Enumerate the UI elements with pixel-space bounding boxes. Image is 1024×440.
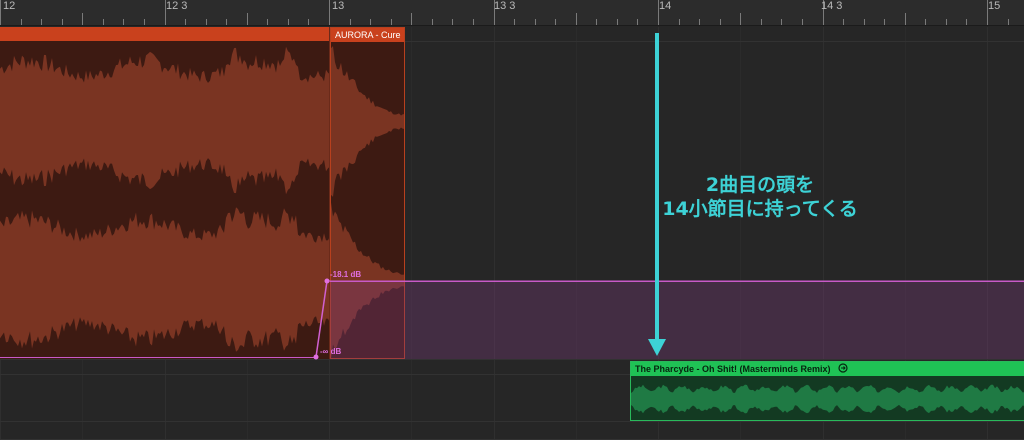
ruler-tick [946, 19, 947, 25]
ruler-tick [452, 19, 453, 25]
bar-label-12-3: 12 3 [166, 0, 188, 12]
bar-label-13-3: 13 3 [494, 0, 516, 12]
ruler-tick [288, 19, 289, 25]
ruler-tick [843, 19, 844, 25]
ruler-tick [679, 19, 680, 25]
ruler-tick [82, 13, 83, 25]
ruler-tick [226, 19, 227, 25]
ruler-tick [432, 19, 433, 25]
ruler-tick [411, 13, 412, 25]
ruler-tick [247, 13, 248, 25]
audio-region-song-1[interactable] [0, 27, 330, 359]
loop-icon [838, 363, 848, 373]
ruler-tick [0, 0, 1, 25]
ruler-tick [144, 19, 145, 25]
ruler-tick [21, 19, 22, 25]
ruler-tick [905, 13, 906, 25]
waveform [631, 384, 1024, 414]
ruler-tick [555, 19, 556, 25]
ruler-tick [62, 19, 63, 25]
ruler-tick [185, 19, 186, 25]
ruler-tick [535, 19, 536, 25]
bar-label-14: 14 [659, 0, 672, 12]
ruler-tick [103, 19, 104, 25]
ruler-tick [514, 19, 515, 25]
automation-start-value: -∞ dB [320, 347, 342, 356]
ruler-tick [966, 19, 967, 25]
arrange-area[interactable]: AURORA - Cure -∞ dB -18.1 dB The Pharcyd… [0, 27, 1024, 440]
ruler-tick [350, 19, 351, 25]
ruler-tick [802, 19, 803, 25]
automation-end-value: -18.1 dB [330, 270, 362, 279]
ruler-tick [740, 13, 741, 25]
ruler-tick [720, 19, 721, 25]
ruler-tick [370, 19, 371, 25]
ruler-tick [617, 19, 618, 25]
ruler-tick [761, 19, 762, 25]
region-header-pharcyde[interactable]: The Pharcyde - Oh Shit! (Masterminds Rem… [631, 362, 1024, 376]
ruler-tick [596, 19, 597, 25]
ruler-tick [329, 0, 330, 25]
ruler-tick [267, 19, 268, 25]
region-header-aurora-cure[interactable]: AURORA - Cure [331, 28, 404, 42]
ruler-tick [308, 19, 309, 25]
ruler-tick [864, 19, 865, 25]
volume-automation-floor [0, 357, 318, 358]
bar-label-15: 15 [988, 0, 1001, 12]
bar-label-13: 13 [332, 0, 345, 12]
ruler-tick [391, 19, 392, 25]
ruler-tick [781, 19, 782, 25]
ruler-tick [41, 19, 42, 25]
ruler-tick [699, 19, 700, 25]
ruler-tick [206, 19, 207, 25]
bar-label-14-3: 14 3 [821, 0, 843, 12]
volume-automation-band [330, 281, 1024, 359]
ruler-tick [1008, 19, 1009, 25]
arrow-down-icon [648, 33, 666, 356]
ruler-tick [637, 19, 638, 25]
ruler-tick [473, 19, 474, 25]
ruler-tick [884, 19, 885, 25]
waveform [0, 46, 329, 352]
timeline-ruler[interactable]: 12 12 3 13 13 3 14 14 3 15 [0, 0, 1024, 26]
ruler-tick [925, 19, 926, 25]
ruler-tick [576, 13, 577, 25]
region-title-pharcyde: The Pharcyde - Oh Shit! (Masterminds Rem… [635, 364, 831, 374]
ruler-tick [123, 19, 124, 25]
bar-label-12: 12 [3, 0, 16, 12]
region-header[interactable] [0, 27, 329, 41]
audio-region-pharcyde[interactable]: The Pharcyde - Oh Shit! (Masterminds Rem… [630, 361, 1024, 421]
